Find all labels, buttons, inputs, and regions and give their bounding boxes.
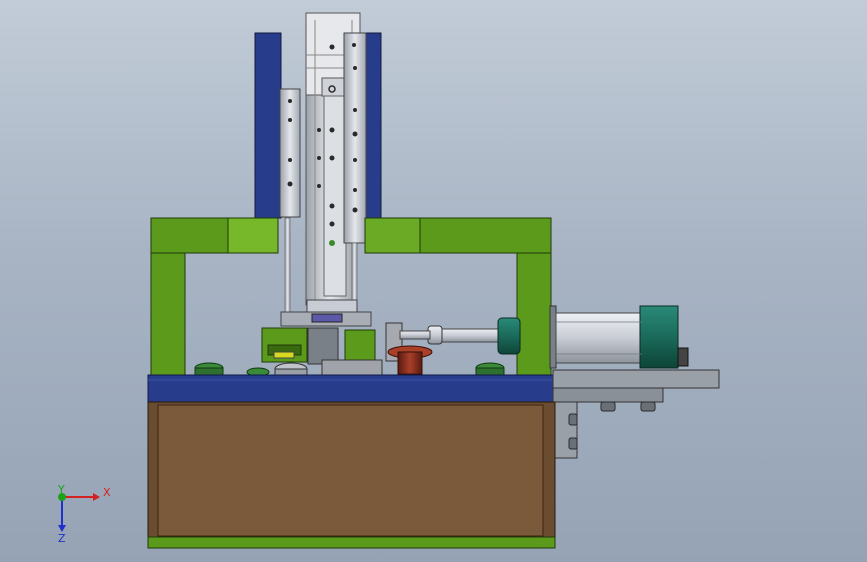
cylinder-barrel (555, 312, 643, 364)
frame-top-left (150, 217, 230, 254)
red-pedestal-body (397, 351, 423, 375)
axis-triad (58, 493, 100, 532)
support-vertical-plate (554, 401, 578, 459)
right-blue-column (365, 32, 382, 219)
support-bolts (568, 401, 656, 450)
cylinder-fitting (677, 347, 689, 367)
fixture-base-plate (321, 359, 383, 377)
axis-y-label: Y (57, 483, 65, 496)
frame-top-left-light (227, 217, 279, 254)
frame-top-right (419, 217, 552, 254)
machine-assembly-drawing: X Y Z (57, 12, 720, 549)
cabinet-green-footer (147, 536, 556, 549)
cylinder-mount-plate (549, 305, 557, 369)
fixture-yellow-part (273, 351, 295, 359)
cylinder-rear-cap (639, 305, 679, 369)
frame-right-leg (516, 252, 552, 377)
fixture-center-block (307, 327, 339, 365)
fixture-right-block (344, 329, 376, 363)
cabinet-panel (157, 404, 544, 537)
base-plate (147, 374, 556, 403)
slide-rail-inner (321, 77, 345, 97)
slide-carriage (323, 95, 347, 297)
left-guide-rod (284, 217, 291, 324)
left-blue-column (254, 32, 282, 219)
press-head-plate (306, 299, 358, 313)
axis-x-label: X (103, 486, 111, 499)
left-bracket-plate (279, 88, 301, 218)
frame-left-leg (150, 252, 186, 377)
cad-viewport[interactable]: X Y Z (0, 0, 867, 562)
axis-z-label: Z (58, 532, 66, 545)
frame-top-right-light (364, 217, 421, 254)
cylinder-front-cap (497, 317, 521, 355)
press-head-insert (311, 313, 343, 323)
cylinder-support-bracket (552, 369, 720, 389)
